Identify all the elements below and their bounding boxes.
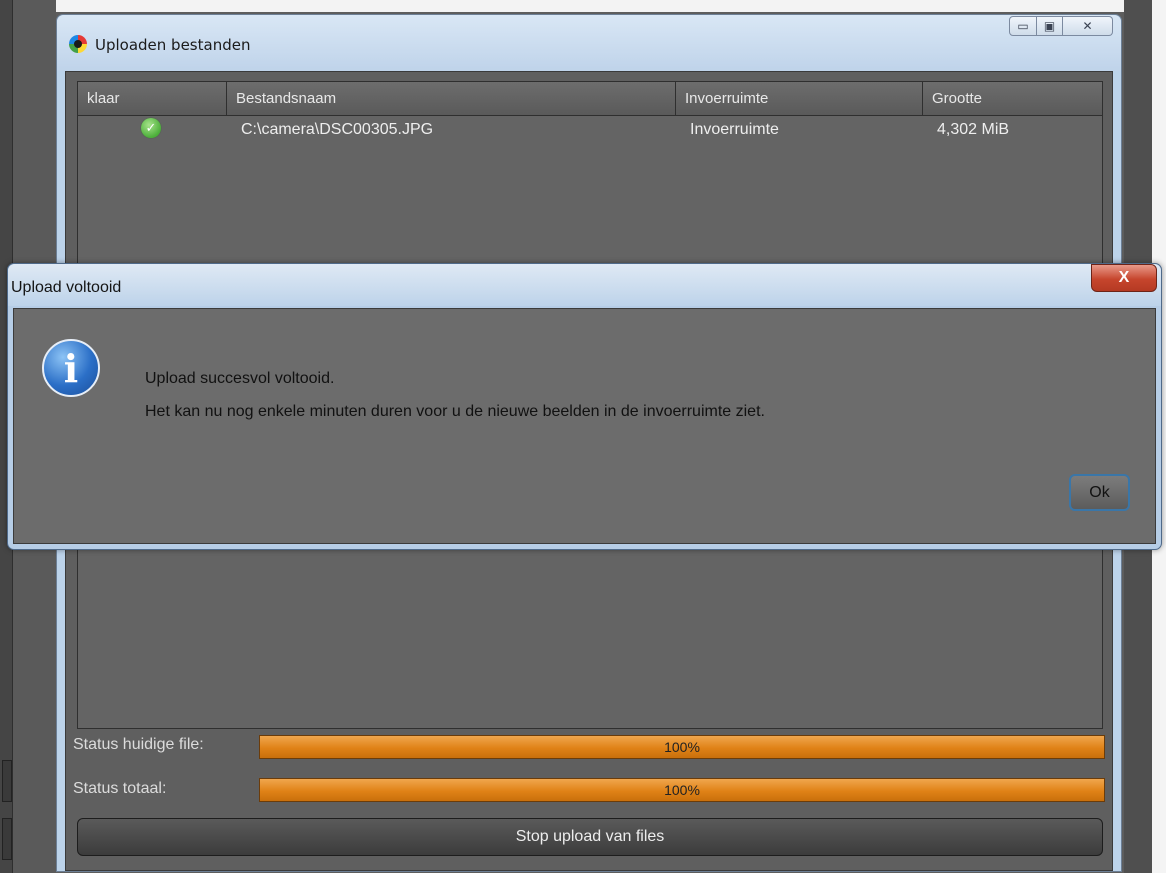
column-header-invoerruimte[interactable]: Invoerruimte <box>676 82 923 115</box>
table-row[interactable]: ✓ C:\camera\DSC00305.JPG Invoerruimte 4,… <box>78 116 1102 144</box>
column-header-klaar[interactable]: klaar <box>78 82 227 115</box>
progress-bar-total: 100% <box>259 778 1105 802</box>
column-header-grootte[interactable]: Grootte <box>923 82 1102 115</box>
progress-text-total: 100% <box>664 782 700 798</box>
stop-upload-button[interactable]: Stop upload van files <box>77 818 1103 856</box>
filename-cell: C:\camera\DSC00305.JPG <box>241 121 434 138</box>
dialog-close-button[interactable]: X <box>1091 264 1157 292</box>
minimize-button[interactable]: ▭ <box>1009 16 1037 36</box>
progress-bar-current: 100% <box>259 735 1105 759</box>
upload-complete-dialog: Upload voltooid X i Upload succesvol vol… <box>7 263 1162 550</box>
info-icon: i <box>42 339 100 397</box>
column-header-bestandsnaam[interactable]: Bestandsnaam <box>227 82 676 115</box>
close-icon: ✕ <box>1082 19 1093 33</box>
minimize-icon: ▭ <box>1017 19 1029 33</box>
app-logo-icon <box>69 35 87 53</box>
progress-text-current: 100% <box>664 739 700 755</box>
window-title: Uploaden bestanden <box>95 36 251 54</box>
status-current-label: Status huidige file: <box>73 736 204 753</box>
ok-button[interactable]: Ok <box>1069 474 1130 511</box>
background-control <box>2 818 12 860</box>
dialog-message-line-1: Upload succesvol voltooid. <box>145 370 335 387</box>
status-total-label: Status totaal: <box>73 780 167 797</box>
dialog-titlebar[interactable]: Upload voltooid X <box>8 264 1161 306</box>
dialog-message-line-2: Het kan nu nog enkele minuten duren voor… <box>145 403 765 420</box>
maximize-icon: ▣ <box>1043 19 1056 33</box>
close-icon: X <box>1118 269 1130 286</box>
close-button[interactable]: ✕ <box>1063 16 1113 36</box>
dialog-title: Upload voltooid <box>11 279 122 296</box>
window-titlebar[interactable]: Uploaden bestanden ▭ ▣ ✕ <box>57 15 1121 71</box>
done-cell: ✓ <box>78 116 227 144</box>
input-space-cell: Invoerruimte <box>690 121 779 138</box>
checkmark-icon: ✓ <box>141 118 161 138</box>
table-header: klaar Bestandsnaam Invoerruimte Grootte <box>78 82 1102 116</box>
background-control <box>2 760 12 802</box>
size-cell: 4,302 MiB <box>937 121 1010 138</box>
window-controls: ▭ ▣ ✕ <box>1009 16 1113 36</box>
dialog-body: i Upload succesvol voltooid. Het kan nu … <box>13 308 1156 544</box>
maximize-button[interactable]: ▣ <box>1037 16 1063 36</box>
desktop-background-top <box>0 0 1166 12</box>
